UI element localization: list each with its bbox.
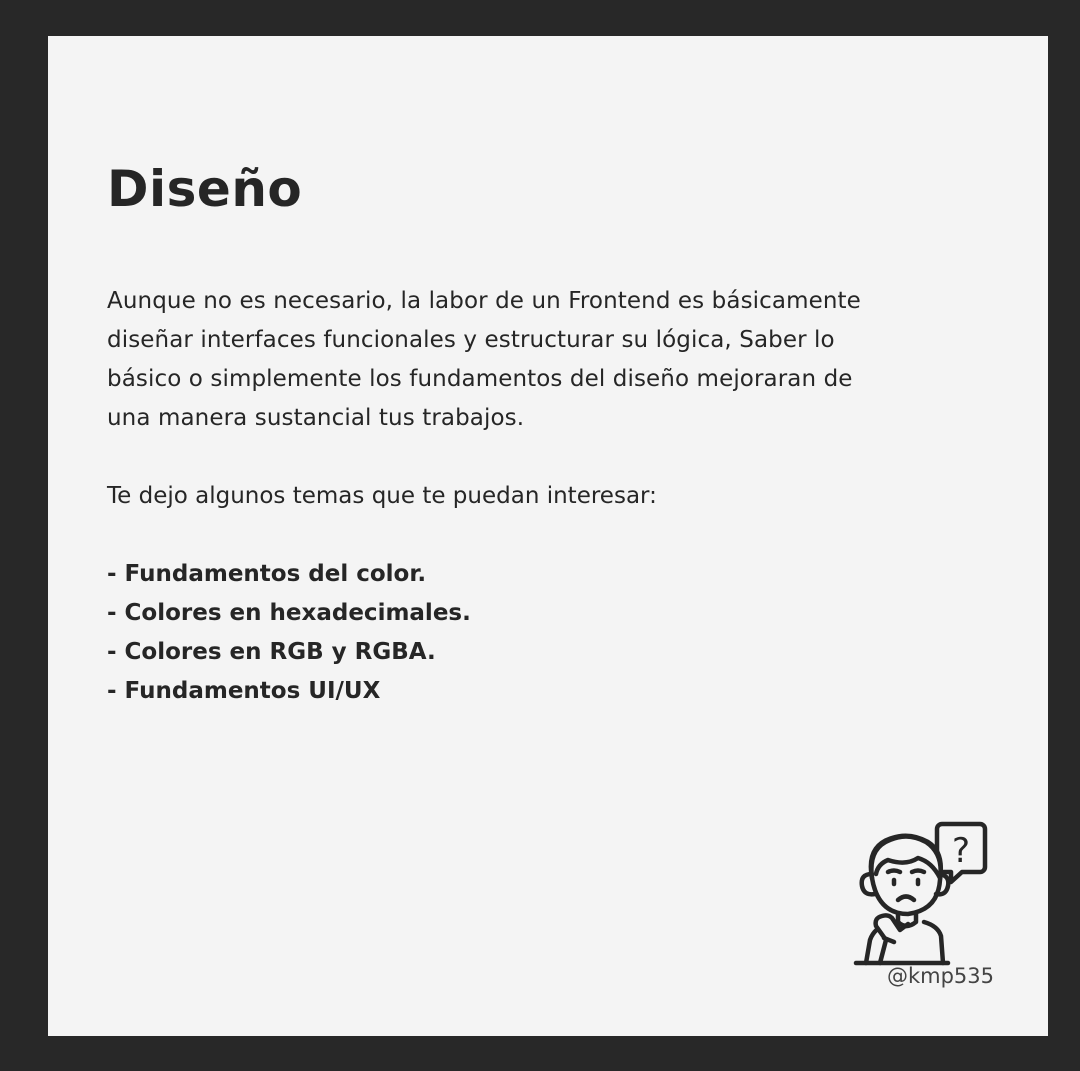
topic-item: - Colores en RGB y RGBA. [107, 639, 436, 665]
topics-list: - Fundamentos del color. - Colores en he… [107, 555, 471, 711]
topic-item: - Fundamentos UI/UX [107, 678, 381, 704]
confused-person-question-icon: ? [853, 821, 988, 966]
paragraph-line: básico o simplemente los fundamentos del… [107, 366, 853, 392]
post-card: Diseño Aunque no es necesario, la labor … [48, 36, 1048, 1036]
paragraph-line: Aunque no es necesario, la labor de un F… [107, 288, 861, 314]
topics-intro: Te dejo algunos temas que te puedan inte… [107, 483, 657, 509]
svg-text:?: ? [952, 831, 970, 871]
intro-paragraph: Aunque no es necesario, la labor de un F… [107, 282, 997, 438]
topic-item: - Colores en hexadecimales. [107, 600, 471, 626]
author-handle: @kmp535 [886, 964, 994, 988]
page-title: Diseño [107, 160, 303, 218]
paragraph-line: diseñar interfaces funcionales y estruct… [107, 327, 835, 353]
paragraph-line: una manera sustancial tus trabajos. [107, 405, 525, 431]
topic-item: - Fundamentos del color. [107, 561, 427, 587]
